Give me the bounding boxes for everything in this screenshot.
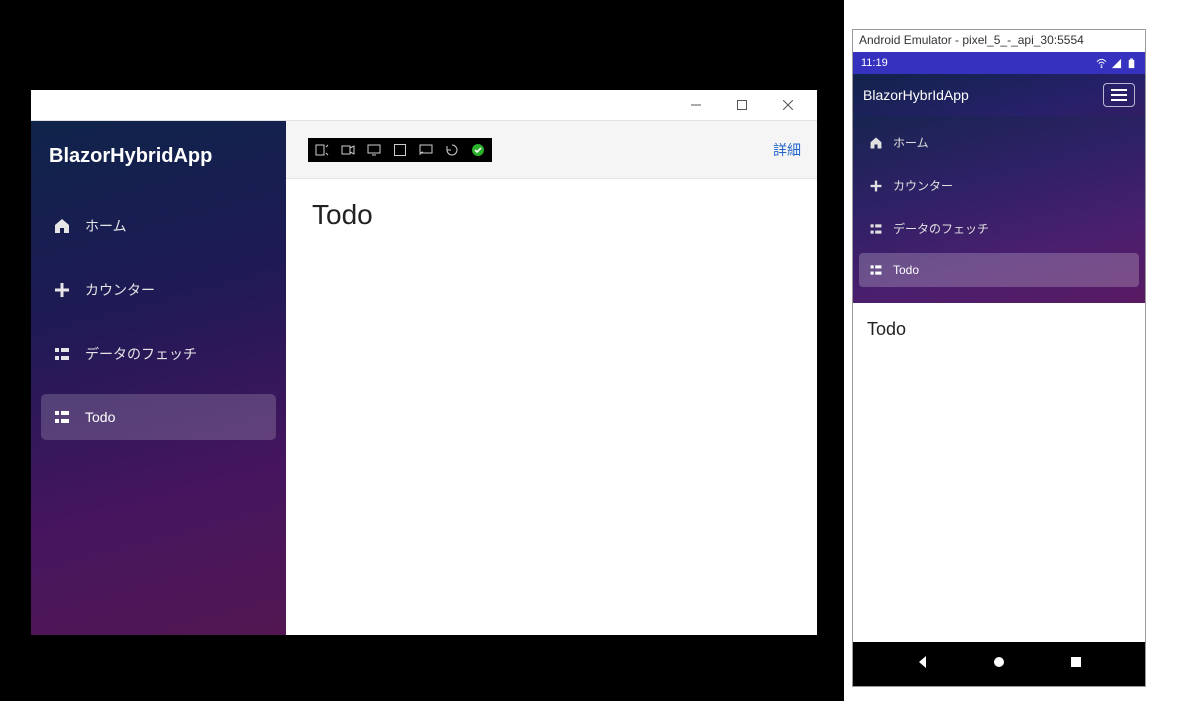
status-bar: 11:19 [853, 52, 1145, 74]
android-recent-button[interactable] [1069, 655, 1083, 674]
toolbar-screen-icon[interactable] [366, 142, 382, 158]
nav-item-label: ホーム [85, 216, 127, 236]
window-titlebar [31, 90, 817, 121]
nav-item-label: データのフェッチ [893, 220, 989, 237]
toolbar-refresh-icon[interactable] [444, 142, 460, 158]
signal-icon [1111, 58, 1122, 69]
nav-item-plus[interactable]: カウンター [41, 266, 276, 314]
nav-item-list[interactable]: データのフェッチ [859, 210, 1139, 247]
nav-list: ホームカウンターデータのフェッチ Todo [31, 192, 286, 466]
android-back-button[interactable] [916, 655, 930, 674]
toolbar-ok-icon[interactable] [470, 142, 486, 158]
nav-item-label: データのフェッチ [85, 344, 197, 364]
main-content: 詳細 Todo [286, 121, 817, 635]
android-home-button[interactable] [992, 655, 1006, 674]
page-title-mobile: Todo [867, 319, 1131, 340]
app-brand-mobile: BlazorHybrIdApp [863, 87, 969, 103]
status-time: 11:19 [861, 57, 888, 69]
page-title: Todo [312, 199, 791, 231]
window-maximize-button[interactable] [719, 90, 765, 120]
list-icon [53, 408, 71, 426]
window-close-button[interactable] [765, 90, 811, 120]
emulator-title: Android Emulator - pixel_5_-_api_30:5554 [853, 30, 1145, 50]
device-screen: 11:19 BlazorHybrIdApp ホームカウンターデータのフェッチ To… [853, 52, 1145, 686]
desktop-stage: BlazorHybridApp ホームカウンターデータのフェッチ Todo 詳細 [0, 0, 844, 701]
nav-item-label: カウンター [893, 177, 953, 194]
home-icon [869, 136, 883, 150]
app-brand: BlazorHybridApp [31, 121, 286, 192]
nav-mobile: ホームカウンターデータのフェッチ Todo [853, 116, 1145, 303]
sidebar: BlazorHybridApp ホームカウンターデータのフェッチ Todo [31, 121, 286, 635]
list-icon [869, 222, 883, 236]
battery-icon [1126, 58, 1137, 69]
topbar: 詳細 [286, 121, 817, 179]
nav-item-label: Todo [893, 263, 919, 277]
home-icon [53, 217, 71, 235]
plus-icon [869, 179, 883, 193]
toolbar-camera-icon[interactable] [340, 142, 356, 158]
details-link[interactable]: 詳細 [773, 140, 801, 160]
nav-item-label: ホーム [893, 134, 929, 151]
nav-item-home[interactable]: ホーム [41, 202, 276, 250]
toolbar-cast-icon[interactable] [418, 142, 434, 158]
list-icon [53, 345, 71, 363]
nav-item-label: カウンター [85, 280, 155, 300]
android-nav-bar [853, 642, 1145, 686]
vs-debug-toolbar[interactable] [308, 138, 492, 162]
wifi-icon [1096, 58, 1107, 69]
toolbar-device-icon[interactable] [314, 142, 330, 158]
window-minimize-button[interactable] [673, 90, 719, 120]
emulator-window: Android Emulator - pixel_5_-_api_30:5554… [852, 29, 1146, 687]
list-icon [869, 263, 883, 277]
nav-item-list[interactable]: データのフェッチ [41, 330, 276, 378]
nav-item-list[interactable]: Todo [859, 253, 1139, 287]
desktop-window: BlazorHybridApp ホームカウンターデータのフェッチ Todo 詳細 [31, 90, 817, 635]
hamburger-button[interactable] [1103, 83, 1135, 107]
toolbar-frame-icon[interactable] [392, 142, 408, 158]
nav-item-plus[interactable]: カウンター [859, 167, 1139, 204]
plus-icon [53, 281, 71, 299]
app-bar: BlazorHybrIdApp [853, 74, 1145, 116]
nav-item-label: Todo [85, 409, 115, 425]
nav-item-list[interactable]: Todo [41, 394, 276, 440]
nav-item-home[interactable]: ホーム [859, 124, 1139, 161]
